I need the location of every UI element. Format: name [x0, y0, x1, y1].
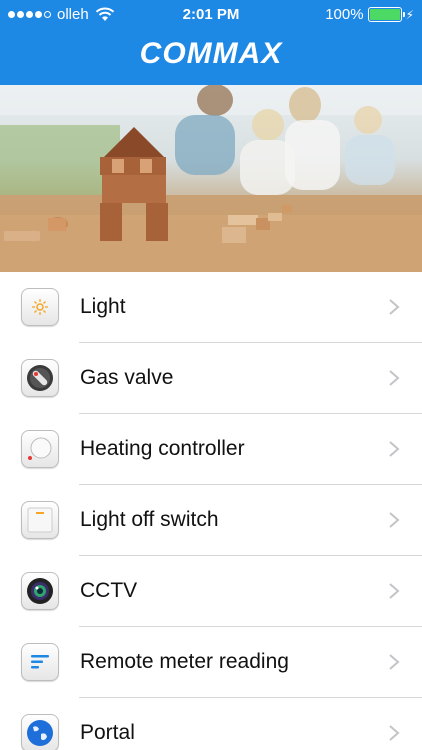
status-bar: olleh 2:01 PM 100% ⚡ — [0, 0, 422, 30]
chevron-right-icon — [389, 441, 400, 457]
menu-item-remote-meter-reading[interactable]: Remote meter reading — [0, 627, 422, 698]
menu-item-portal[interactable]: Portal — [0, 698, 422, 750]
menu-item-cctv[interactable]: CCTV — [0, 556, 422, 627]
menu-item-label: Light off switch — [80, 508, 219, 531]
menu-item-label: Portal — [80, 721, 135, 744]
battery-percent: 100% — [325, 6, 364, 23]
switch-icon — [21, 501, 59, 539]
menu-item-label: Remote meter reading — [80, 650, 289, 673]
globe-icon — [21, 714, 59, 750]
menu-item-label: Gas valve — [80, 366, 174, 389]
chevron-right-icon — [389, 299, 400, 315]
chevron-right-icon — [389, 654, 400, 670]
commax-logo: COMMAX — [139, 37, 283, 70]
chevron-right-icon — [389, 725, 400, 741]
charging-icon: ⚡ — [405, 7, 414, 22]
battery-icon — [367, 7, 405, 22]
chevron-right-icon — [389, 370, 400, 386]
menu-item-heating-controller[interactable]: Heating controller — [0, 414, 422, 485]
menu-item-gas-valve[interactable]: Gas valve — [0, 343, 422, 414]
menu-item-light[interactable]: Light — [0, 272, 422, 343]
meter-icon — [21, 643, 59, 681]
menu-item-label: CCTV — [80, 579, 138, 602]
status-right: 100% ⚡ — [325, 6, 414, 23]
chevron-right-icon — [389, 583, 400, 599]
hero-image — [0, 85, 422, 272]
menu-item-light-off-switch[interactable]: Light off switch — [0, 485, 422, 556]
light-icon — [21, 288, 59, 326]
menu-item-label: Heating controller — [80, 437, 245, 460]
menu-item-label: Light — [80, 295, 126, 318]
menu-list: Light Gas valve Heating controller Light… — [0, 272, 422, 750]
thermostat-icon — [21, 430, 59, 468]
gas-valve-icon — [21, 359, 59, 397]
camera-icon — [21, 572, 59, 610]
chevron-right-icon — [389, 512, 400, 528]
app-header: olleh 2:01 PM 100% ⚡ COMMAX — [0, 0, 422, 85]
